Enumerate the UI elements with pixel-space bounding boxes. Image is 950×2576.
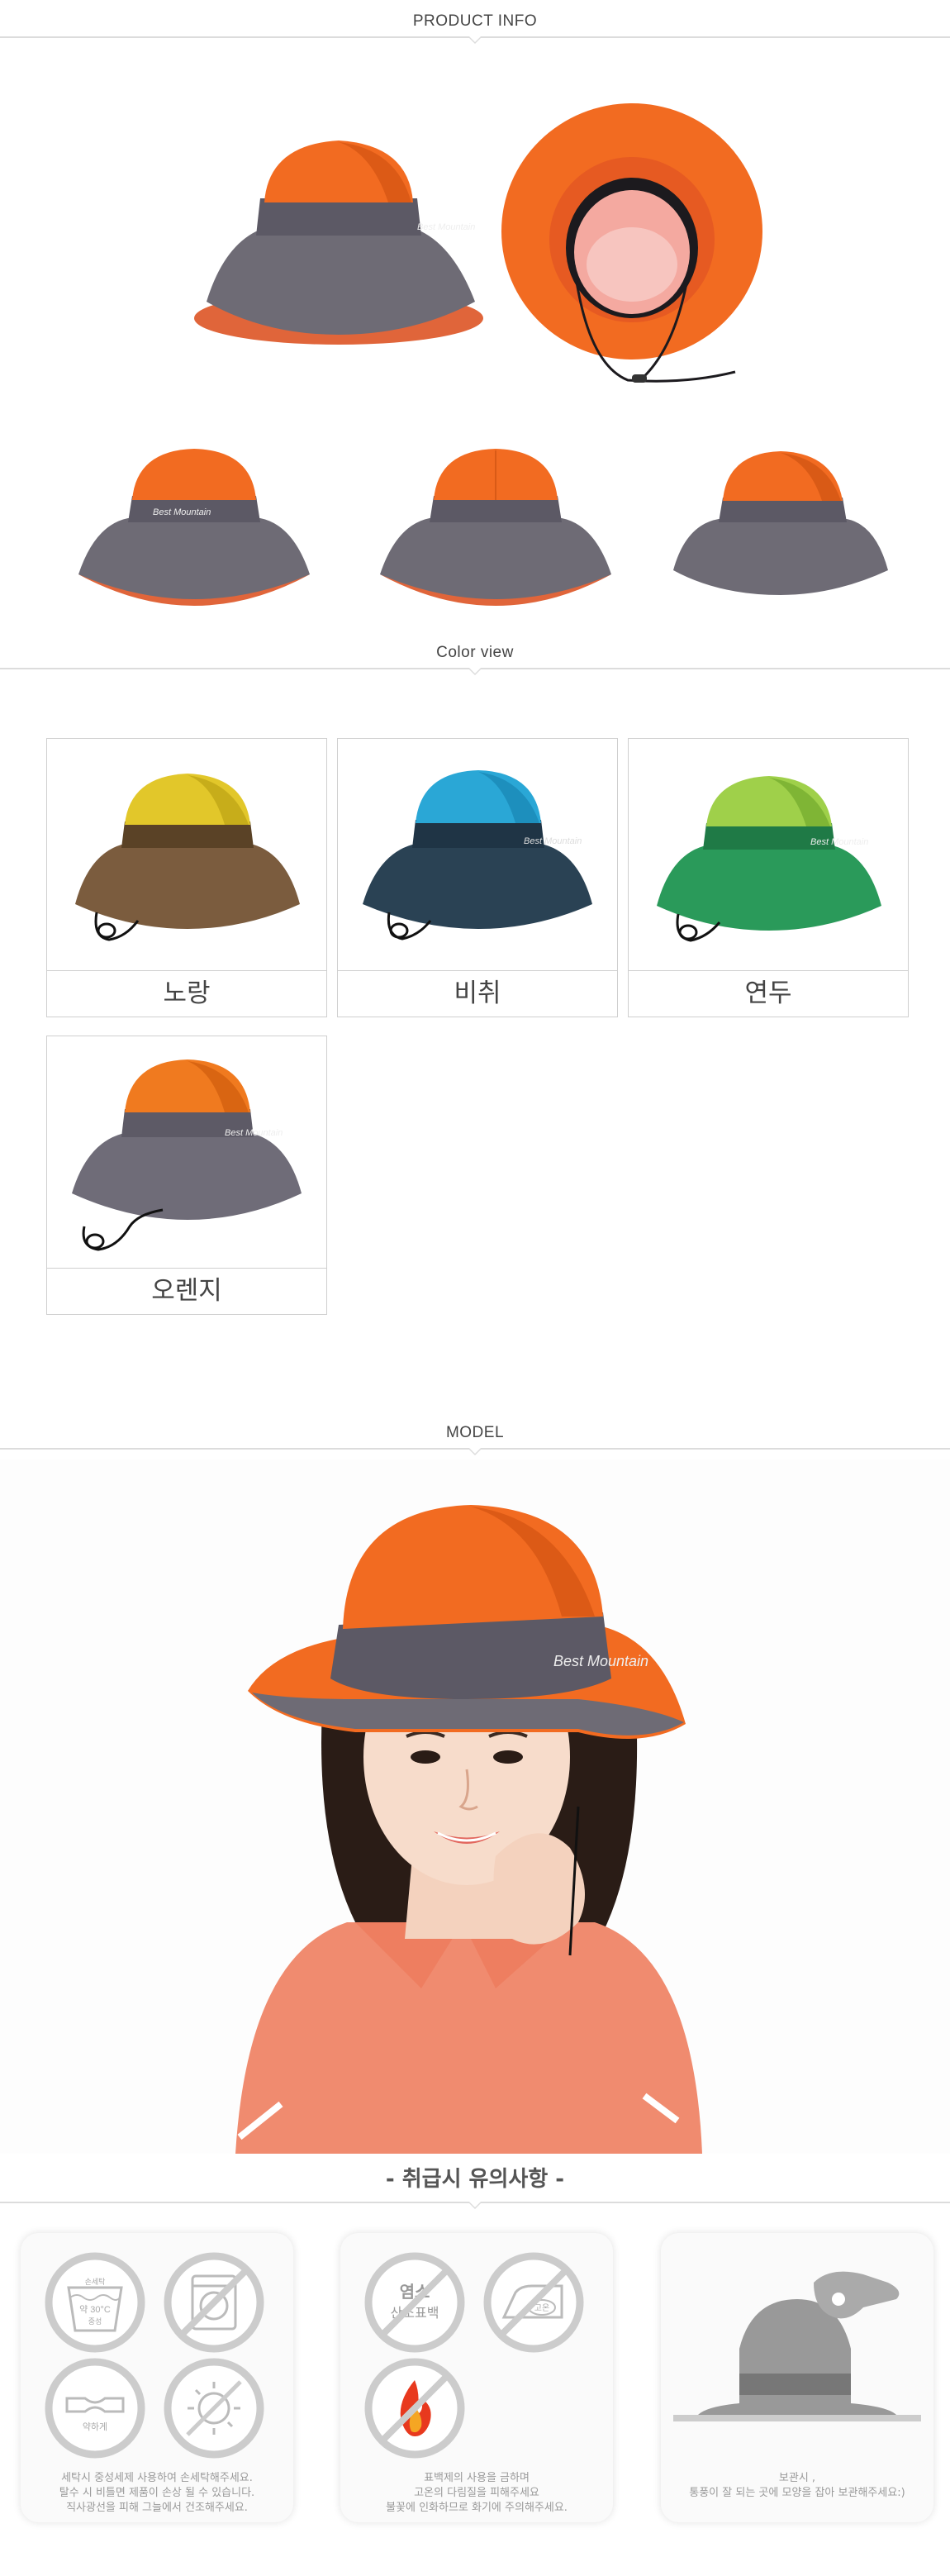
no-sun-dry-icon (164, 2358, 264, 2459)
hat-front-view-image: Best Mountain (78, 449, 310, 606)
color-view-header: Color view (0, 641, 950, 675)
care-box-washing: 손세탁 약 30°C 중성 약하게 세탁시 중성세제 사용하여 손세탁해주세요.… (21, 2233, 293, 2522)
care-text-bleach-iron: 표백제의 사용을 금하며 고온의 다림질을 피해주세요 불꽃에 인화하므로 화기… (386, 2472, 568, 2514)
brand-logo-text: Best Mountain (810, 837, 868, 847)
svg-text:약하게: 약하게 (83, 2421, 107, 2432)
color-photo: Best Mountain (47, 1036, 326, 1269)
color-name: 비취 (454, 978, 501, 1008)
brand-logo-text: Best Mountain (153, 507, 211, 517)
brand-logo-text: Best Mountain (553, 1653, 648, 1669)
care-text-washing: 세탁시 중성세제 사용하여 손세탁해주세요. 탈수 시 비틀면 제품이 손상 될… (59, 2472, 255, 2514)
color-photo: Best Mountain (629, 739, 908, 971)
hat-inside-view-image (501, 103, 762, 383)
color-name: 연두 (744, 978, 792, 1008)
section-title-color-view: Color view (436, 644, 514, 661)
section-divider (0, 668, 950, 675)
care-instructions-title: - 취급시 유의사항 - (385, 2167, 565, 2192)
high-temp-iron-icon: 고온 (483, 2252, 584, 2353)
hat-angle-view-image (673, 451, 888, 595)
svg-text:중성: 중성 (88, 2317, 102, 2326)
hand-wash-icon: 손세탁 약 30°C 중성 (45, 2252, 145, 2353)
brand-logo-text: Best Mountain (417, 222, 475, 232)
color-card-yellow[interactable]: 노랑 (46, 738, 327, 1017)
hat-back-view-image (380, 449, 611, 606)
care-box-bleach-iron: 염소 산소표백 고온 표백제의 사용을 금하며 고온의 다림질을 피해주세요 불… (340, 2233, 613, 2522)
color-name: 노랑 (163, 978, 211, 1008)
section-title-model: MODEL (445, 1424, 505, 1441)
hang-store-icon (673, 2271, 921, 2421)
care-text-storage: 보관시 , 통풍이 잘 되는 곳에 모양을 잡아 보관해주세요:) (689, 2472, 905, 2499)
model-photo: Best Mountain (0, 1459, 950, 2154)
no-fire-icon (364, 2358, 465, 2459)
product-info-header: PRODUCT INFO (0, 10, 950, 44)
color-card-orange[interactable]: Best Mountain 오렌지 (46, 1036, 327, 1315)
section-divider (0, 1448, 950, 1455)
color-card-jade[interactable]: Best Mountain 비취 (337, 738, 618, 1017)
brand-logo-text: Best Mountain (524, 836, 582, 846)
section-divider (0, 2202, 950, 2209)
color-card-light-green[interactable]: Best Mountain 연두 (628, 738, 909, 1017)
model-header: MODEL (0, 1421, 950, 1455)
color-photo: Best Mountain (338, 739, 617, 971)
color-name: 오렌지 (151, 1276, 222, 1306)
section-title-product-info: PRODUCT INFO (412, 12, 538, 30)
section-divider (0, 36, 950, 44)
svg-text:약 30°C: 약 30°C (79, 2303, 111, 2315)
gentle-wring-icon: 약하게 (45, 2358, 145, 2459)
care-box-storage: 보관시 , 통풍이 잘 되는 곳에 모양을 잡아 보관해주세요:) (661, 2233, 933, 2522)
no-bleach-icon: 염소 산소표백 (364, 2252, 465, 2353)
hat-side-view-image: Best Mountain (194, 140, 483, 345)
brand-logo-text: Best Mountain (225, 1128, 283, 1138)
no-machine-wash-icon (164, 2252, 264, 2353)
color-photo (47, 739, 326, 971)
svg-text:손세탁: 손세탁 (85, 2277, 106, 2286)
svg-text:고온: 고온 (534, 2303, 549, 2313)
